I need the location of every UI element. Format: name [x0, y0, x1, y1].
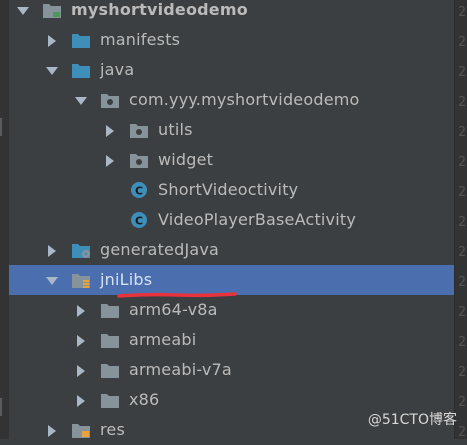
tree-node[interactable]: armeabi-v7a — [9, 355, 455, 385]
gutter-number: 2 — [458, 35, 466, 50]
generated-folder-icon — [71, 241, 91, 259]
chevron-right-icon[interactable] — [45, 33, 59, 47]
folder-icon — [71, 31, 91, 49]
folder-gray-icon — [100, 391, 120, 409]
svg-text:C: C — [135, 215, 143, 228]
chevron-down-icon[interactable] — [45, 273, 59, 287]
module-folder-icon — [42, 1, 62, 19]
folder-gray-icon — [100, 301, 120, 319]
tree-node-label: java — [100, 60, 135, 79]
tree-node[interactable]: java — [9, 55, 455, 85]
left-edge-marker — [0, 398, 2, 416]
gutter-number: 2 — [458, 275, 466, 290]
gutter-number: 2 — [458, 185, 466, 200]
gutter-number: 2 — [458, 155, 466, 170]
gutter-number: 2 — [458, 395, 466, 410]
tree-node-label: ShortVideoctivity — [158, 180, 299, 199]
tree-node-label: utils — [158, 120, 193, 139]
package-icon — [129, 121, 149, 139]
tree-node[interactable]: utils — [9, 115, 455, 145]
tree-node-label: generatedJava — [100, 240, 220, 259]
class-icon: C — [129, 211, 149, 229]
tree-node-label: jniLibs — [100, 270, 153, 289]
chevron-down-icon[interactable] — [74, 93, 88, 107]
tree-node[interactable]: C VideoPlayerBaseActivity — [9, 205, 455, 235]
chevron-right-icon[interactable] — [74, 333, 88, 347]
chevron-right-icon[interactable] — [45, 243, 59, 257]
folder-gray-icon — [100, 331, 120, 349]
package-icon — [129, 151, 149, 169]
chevron-down-icon[interactable] — [45, 63, 59, 77]
gutter-number: 2 — [458, 305, 466, 320]
chevron-right-icon[interactable] — [74, 393, 88, 407]
tree-node[interactable]: C ShortVideoctivity — [9, 175, 455, 205]
tree-node-label: armeabi — [129, 330, 197, 349]
editor-gutter: 2 2 2 2 2 2 2 2 2 2 2 2 2 2 2 — [454, 0, 467, 440]
tree-node[interactable]: com.yyy.myshortvideodemo — [9, 85, 455, 115]
chevron-right-icon[interactable] — [45, 423, 59, 437]
svg-text:C: C — [135, 185, 143, 198]
tree-node-label: armeabi-v7a — [129, 360, 232, 379]
tree-node-label: VideoPlayerBaseActivity — [158, 210, 357, 229]
folder-gray-icon — [100, 361, 120, 379]
tree-node-label: widget — [158, 150, 214, 169]
tree-node[interactable]: widget — [9, 145, 455, 175]
gutter-number: 2 — [458, 425, 466, 440]
tree-node[interactable]: arm64-v8a — [9, 295, 455, 325]
gutter-number: 2 — [458, 245, 466, 260]
tree-node[interactable]: manifests — [9, 25, 455, 55]
tree-node-label: com.yyy.myshortvideodemo — [129, 90, 360, 109]
package-icon — [100, 91, 120, 109]
resources-folder-icon — [71, 421, 91, 439]
gutter-number: 2 — [458, 125, 466, 140]
class-icon: C — [129, 181, 149, 199]
tree-node-label: res — [100, 420, 126, 439]
folder-icon — [71, 61, 91, 79]
tree-node[interactable]: myshortvideodemo — [9, 0, 455, 25]
gutter-number: 2 — [458, 65, 466, 80]
project-tree: myshortvideodemo manifests java com.yyy.mys… — [9, 0, 455, 445]
gutter-number: 2 — [458, 335, 466, 350]
gutter-number: 2 — [458, 5, 466, 20]
chevron-right-icon[interactable] — [103, 153, 117, 167]
left-edge-strip — [0, 0, 9, 439]
chevron-right-icon[interactable] — [74, 303, 88, 317]
tree-node-label: manifests — [100, 30, 181, 49]
tree-node-label: arm64-v8a — [129, 300, 218, 319]
tree-node-label: x86 — [129, 390, 160, 409]
left-edge-marker — [0, 118, 2, 136]
red-underline-annotation — [117, 292, 237, 298]
chevron-down-icon[interactable] — [16, 3, 30, 17]
gutter-number: 2 — [458, 215, 466, 230]
jnilibs-folder-icon — [71, 271, 91, 289]
gutter-number: 2 — [458, 365, 466, 380]
tree-node-label: myshortvideodemo — [71, 0, 248, 19]
tree-node[interactable]: armeabi — [9, 325, 455, 355]
chevron-right-icon[interactable] — [74, 363, 88, 377]
gutter-number: 2 — [458, 95, 466, 110]
chevron-right-icon[interactable] — [103, 123, 117, 137]
tree-node[interactable]: generatedJava — [9, 235, 455, 265]
watermark: @51CTO博客 — [367, 412, 457, 428]
